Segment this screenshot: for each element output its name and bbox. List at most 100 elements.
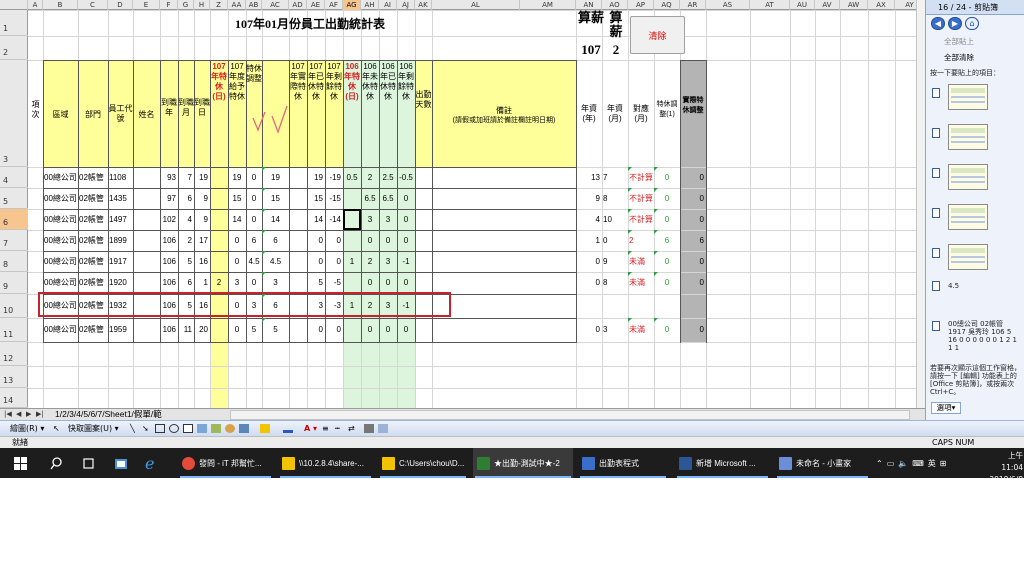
rectangle-icon[interactable] — [155, 424, 165, 433]
column-header[interactable]: D — [108, 0, 133, 10]
cell-c[interactable]: 02帳管 — [78, 251, 108, 272]
cell-aj[interactable]: -0.5 — [397, 167, 415, 188]
cell-f[interactable]: 106 — [160, 318, 178, 342]
column-header[interactable]: AC — [262, 0, 289, 10]
row-header[interactable]: 10 — [0, 294, 28, 318]
textbox-icon[interactable] — [183, 424, 193, 433]
forward-icon[interactable]: ▶ — [948, 17, 962, 30]
cell-aj[interactable]: 0 — [397, 272, 415, 294]
clipboard-item[interactable] — [932, 244, 1020, 274]
cell-ah[interactable]: 0 — [361, 230, 379, 251]
row-header[interactable]: 8 — [0, 251, 28, 272]
cell-d[interactable]: 1920 — [108, 272, 133, 294]
cell-ac[interactable]: 15 — [262, 188, 289, 209]
clipboard-item[interactable]: 4.5 — [932, 280, 1020, 294]
cell-c[interactable]: 02帳管 — [78, 167, 108, 188]
column-header[interactable]: AQ — [654, 0, 680, 10]
options-button[interactable]: 選項▾ — [931, 402, 961, 414]
taskbar-app-button[interactable]: 未命名 - 小畫家 — [775, 448, 870, 478]
cell-aq[interactable] — [654, 294, 680, 318]
cell-af[interactable]: 0 — [325, 230, 343, 251]
cell-ab[interactable]: 4.5 — [246, 251, 262, 272]
cell-ah[interactable]: 2 — [361, 167, 379, 188]
cell-g[interactable]: 5 — [178, 251, 194, 272]
cell-b[interactable]: 00總公司 — [43, 318, 78, 342]
column-header[interactable]: AJ — [397, 0, 415, 10]
cell-z[interactable] — [210, 188, 228, 209]
cell-f[interactable]: 97 — [160, 188, 178, 209]
column-header[interactable]: AP — [628, 0, 654, 10]
cell-an[interactable]: 9 — [576, 188, 602, 209]
column-header[interactable]: AR — [680, 0, 706, 10]
cell-af[interactable]: 0 — [325, 251, 343, 272]
clear-all-button[interactable]: 全部清除 — [930, 52, 974, 64]
cell-ac[interactable]: 4.5 — [262, 251, 289, 272]
column-header[interactable]: AA — [228, 0, 246, 10]
cell-af[interactable]: -15 — [325, 188, 343, 209]
cell-f[interactable]: 106 — [160, 251, 178, 272]
cell-ab[interactable]: 6 — [246, 230, 262, 251]
cell-an[interactable]: 13 — [576, 167, 602, 188]
cell-ae[interactable]: 0 — [307, 251, 325, 272]
column-header[interactable]: C — [78, 0, 108, 10]
cell-f[interactable]: 106 — [160, 272, 178, 294]
cell-aj[interactable]: -1 — [397, 251, 415, 272]
cell-z[interactable]: 2 — [210, 272, 228, 294]
cell-ac[interactable]: 19 — [262, 167, 289, 188]
prev-sheet-icon[interactable]: ◀ — [16, 409, 21, 420]
column-header[interactable]: AH — [361, 0, 379, 10]
draw-menu-button[interactable]: 繪圖(R) ▾ — [10, 421, 44, 436]
column-header[interactable]: H — [194, 0, 210, 10]
cell-d[interactable]: 1917 — [108, 251, 133, 272]
cell-ai[interactable]: 2.5 — [379, 167, 397, 188]
first-sheet-icon[interactable]: |◀ — [4, 409, 12, 420]
cell-an[interactable]: 4 — [576, 209, 602, 230]
column-header[interactable]: AX — [868, 0, 895, 10]
cell-an[interactable] — [576, 294, 602, 318]
cell-ai[interactable]: 0 — [379, 230, 397, 251]
column-header[interactable]: Z — [210, 0, 228, 10]
cell-ah[interactable]: 2 — [361, 251, 379, 272]
cell-ah[interactable]: 0 — [361, 272, 379, 294]
select-all-corner[interactable] — [0, 0, 28, 10]
cell-h[interactable]: 1 — [194, 272, 210, 294]
column-header[interactable]: AT — [750, 0, 790, 10]
cell-ag[interactable]: 0.5 — [343, 167, 361, 188]
cell-ag[interactable]: 1 — [343, 251, 361, 272]
taskbar-app-button[interactable]: ★出勤-測試中★-2 — [473, 448, 573, 478]
cell-ab[interactable]: 0 — [246, 188, 262, 209]
line-icon[interactable]: ╲ — [130, 421, 135, 436]
cell-ac[interactable]: 3 — [262, 272, 289, 294]
cell-z[interactable] — [210, 167, 228, 188]
column-header[interactable]: AW — [840, 0, 868, 10]
cell-ao[interactable] — [602, 294, 628, 318]
row-header[interactable]: 2 — [0, 36, 28, 60]
cell-aa[interactable]: 3 — [228, 272, 246, 294]
cell-ag[interactable] — [343, 230, 361, 251]
cell-an[interactable]: 0 — [576, 318, 602, 342]
fill-color-icon[interactable] — [260, 424, 270, 433]
cell-g[interactable]: 6 — [178, 188, 194, 209]
row-header[interactable]: 7 — [0, 230, 28, 251]
cell-ar[interactable]: 0 — [680, 167, 706, 188]
row-header[interactable]: 14 — [0, 388, 28, 408]
row-header[interactable]: 3 — [0, 60, 28, 167]
cell-ao[interactable]: 10 — [602, 209, 628, 230]
cell-b[interactable]: 00總公司 — [43, 188, 78, 209]
cell-b[interactable]: 00總公司 — [43, 230, 78, 251]
cell-f[interactable]: 106 — [160, 230, 178, 251]
cell-af[interactable]: -14 — [325, 209, 343, 230]
cell-ap[interactable] — [628, 294, 654, 318]
select-arrow-icon[interactable]: ↖ — [53, 421, 60, 436]
cell-z[interactable] — [210, 318, 228, 342]
cell-ai[interactable]: 6.5 — [379, 188, 397, 209]
cell-ar[interactable]: 0 — [680, 272, 706, 294]
clipboard-item[interactable] — [932, 164, 1020, 194]
cell-ae[interactable]: 0 — [307, 230, 325, 251]
cell-f[interactable]: 102 — [160, 209, 178, 230]
paste-all-button[interactable]: 全部貼上 — [930, 36, 974, 48]
column-header[interactable]: AN — [576, 0, 602, 10]
row-header[interactable]: 5 — [0, 188, 28, 209]
cell-c[interactable]: 02帳管 — [78, 188, 108, 209]
cell-ao[interactable]: 3 — [602, 318, 628, 342]
